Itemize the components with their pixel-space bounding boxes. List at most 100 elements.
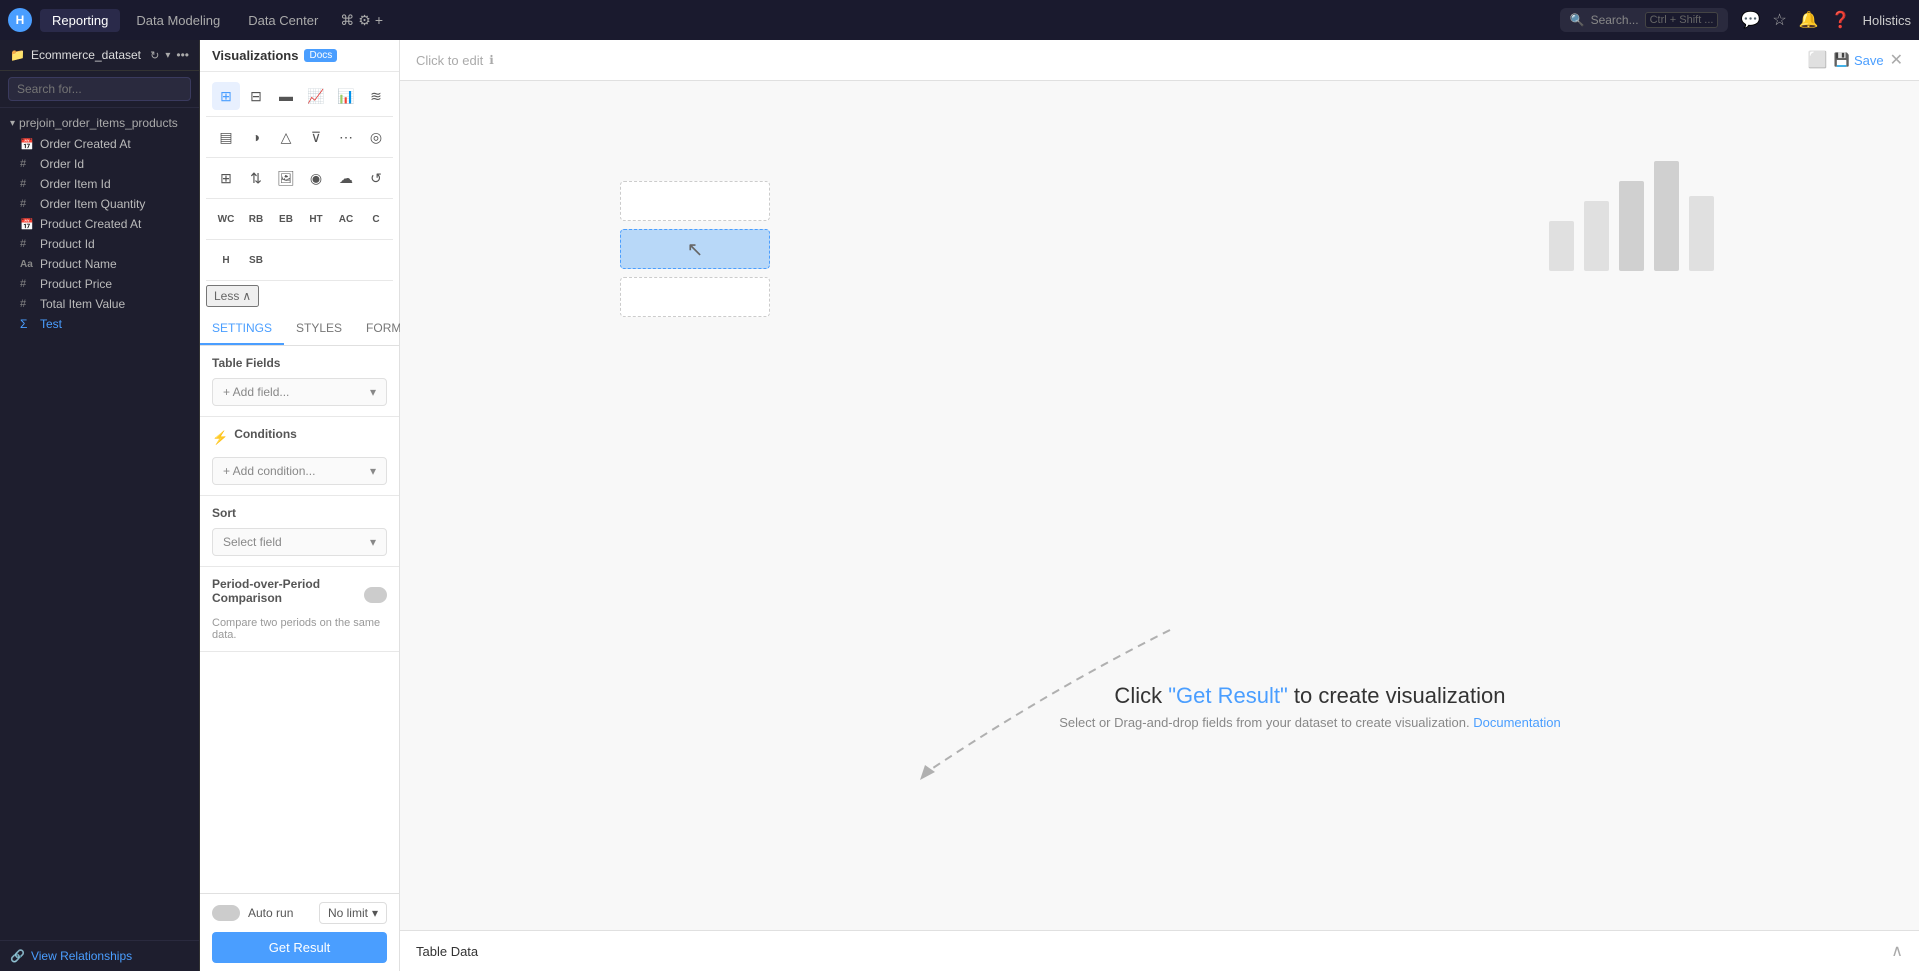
no-limit-dropdown[interactable]: No limit ▾ [319,902,387,924]
settings-icon[interactable]: ⚙ [358,12,371,29]
add-condition-dropdown[interactable]: + Add condition... ▾ [212,457,387,485]
docs-badge[interactable]: Docs [304,49,337,62]
viz-donut-btn[interactable]: ◎ [362,123,390,151]
viz-area-btn[interactable]: ≋ [362,82,390,110]
sidebar-group-title[interactable]: ▾ prejoin_order_items_products [0,112,199,134]
viz-waterfall-btn[interactable]: ⇅ [242,164,270,192]
chevron-down-icon[interactable]: ▾ [165,50,170,61]
viz-line-btn[interactable]: 📈 [302,82,330,110]
drag-box-3[interactable] [620,277,770,317]
add-tab-icon[interactable]: + [375,12,383,28]
field-label: Test [40,317,62,331]
nav-tab-data-modeling[interactable]: Data Modeling [124,9,232,32]
viz-table-btn[interactable]: ⊞ [212,82,240,110]
add-field-dropdown[interactable]: + Add field... ▾ [212,378,387,406]
more-icon[interactable]: ••• [176,48,189,62]
help-icon[interactable]: ❓ [1831,10,1851,30]
save-button[interactable]: 💾 Save [1834,52,1884,68]
viz-ac-btn[interactable]: AC [332,205,360,233]
auto-run-row: Auto run No limit ▾ [212,902,387,924]
tab-styles[interactable]: STYLES [284,313,354,345]
get-result-button[interactable]: Get Result [212,932,387,963]
viz-radial-btn[interactable]: ◉ [302,164,330,192]
viz-icons-container: ⊞ ⊟ ▬ 📈 📊 ≋ ▤ ◑ △ ⊽ ⋯ ◎ ⊞ ⇅ 🖼 ◉ ☁ [200,72,399,313]
sidebar-item-product-name[interactable]: Aa Product Name [0,254,199,274]
viz-arc-btn[interactable]: ↺ [362,164,390,192]
viz-pivot-btn[interactable]: ⊟ [242,82,270,110]
terminal-icon[interactable]: ⌘ [340,12,354,29]
viz-ht-btn[interactable]: HT [302,205,330,233]
sort-section: Sort Select field ▾ [200,496,399,567]
viz-canvas: ↖ [400,81,1919,930]
nav-icons: 💬 ☆ 🔔 ❓ [1740,10,1850,30]
field-label: Order Id [40,157,84,171]
calendar-icon: 📅 [20,218,34,231]
nav-tab-reporting[interactable]: Reporting [40,9,120,32]
save-label: Save [1854,53,1884,68]
drag-box-1[interactable] [620,181,770,221]
auto-run-toggle[interactable] [212,905,240,921]
refresh-icon[interactable]: ↻ [150,49,159,62]
chart-thumbnail [1539,141,1719,284]
viz-bar-stacked-btn[interactable]: ▤ [212,123,240,151]
sort-field-dropdown[interactable]: Select field ▾ [212,528,387,556]
pop-toggle[interactable] [364,587,387,603]
sidebar-item-order-id[interactable]: # Order Id [0,154,199,174]
sidebar-item-order-created-at[interactable]: 📅 Order Created At [0,134,199,154]
conditions-header: ⚡ Conditions [212,427,387,449]
sidebar-item-product-id[interactable]: # Product Id [0,234,199,254]
viz-funnel-btn[interactable]: ⊽ [302,123,330,151]
view-relationships-btn[interactable]: 🔗 View Relationships [10,949,189,963]
viz-text-btns-row2: H SB [206,240,393,281]
sidebar-item-test[interactable]: Σ Test [0,314,199,334]
save-icon: 💾 [1834,52,1850,68]
less-btn[interactable]: Less ∧ [206,285,259,307]
sidebar-item-total-item-value[interactable]: # Total Item Value [0,294,199,314]
viz-icons-row2: ▤ ◑ △ ⊽ ⋯ ◎ [206,117,393,158]
close-button[interactable]: ✕ [1890,50,1903,70]
sidebar-item-order-item-quantity[interactable]: # Order Item Quantity [0,194,199,214]
sidebar-item-product-created-at[interactable]: 📅 Product Created At [0,214,199,234]
nav-tab-data-center[interactable]: Data Center [236,9,330,32]
viz-h-btn[interactable]: H [212,246,240,274]
viz-sb-btn[interactable]: SB [242,246,270,274]
global-search[interactable]: 🔍 Search... Ctrl + Shift ... [1560,8,1729,32]
dataset-header[interactable]: 📁 Ecommerce_dataset ↻ ▾ ••• [0,40,199,71]
hash-icon: # [20,178,34,190]
hash-icon: # [20,298,34,310]
search-shortcut: Ctrl + Shift ... [1645,12,1719,28]
viz-eb-btn[interactable]: EB [272,205,300,233]
viz-scatter-btn[interactable]: ⋯ [332,123,360,151]
tab-settings[interactable]: SETTINGS [200,313,284,345]
viz-c-btn[interactable]: C [362,205,390,233]
viz-bar-btn[interactable]: ▬ [272,82,300,110]
content-header: Click to edit ℹ ⬜ 💾 Save ✕ [400,40,1919,81]
user-menu[interactable]: Holistics [1863,13,1911,28]
expand-icon[interactable]: ⬜ [1808,50,1828,70]
cursor-icon: ↖ [687,237,704,262]
star-icon[interactable]: ☆ [1772,10,1786,30]
settings-tabs: SETTINGS STYLES FORMAT [200,313,399,346]
viz-pie-btn[interactable]: ◑ [242,123,270,151]
sidebar-item-order-item-id[interactable]: # Order Item Id [0,174,199,194]
collapse-table-btn[interactable]: ∧ [1891,941,1903,961]
drag-target-area: ↖ [620,181,770,317]
click-to-edit-label[interactable]: Click to edit [416,53,483,68]
viz-image-btn[interactable]: 🖼 [272,164,300,192]
chevron-up-icon: ∧ [242,289,251,303]
viz-cloud-btn[interactable]: ☁ [332,164,360,192]
chat-icon[interactable]: 💬 [1740,10,1760,30]
select-field-placeholder: Select field [223,535,282,549]
drag-box-2[interactable]: ↖ [620,229,770,269]
viz-column-btn[interactable]: 📊 [332,82,360,110]
documentation-link[interactable]: Documentation [1473,715,1560,730]
get-result-highlight: "Get Result" [1168,683,1288,708]
viz-matrix-btn[interactable]: ⊞ [212,164,240,192]
viz-triangle-btn[interactable]: △ [272,123,300,151]
viz-wc-btn[interactable]: WC [212,205,240,233]
bell-icon[interactable]: 🔔 [1799,10,1819,30]
sidebar-search-input[interactable] [8,77,191,101]
filter-icon: ⚡ [212,430,228,446]
sidebar-item-product-price[interactable]: # Product Price [0,274,199,294]
viz-rb-btn[interactable]: RB [242,205,270,233]
